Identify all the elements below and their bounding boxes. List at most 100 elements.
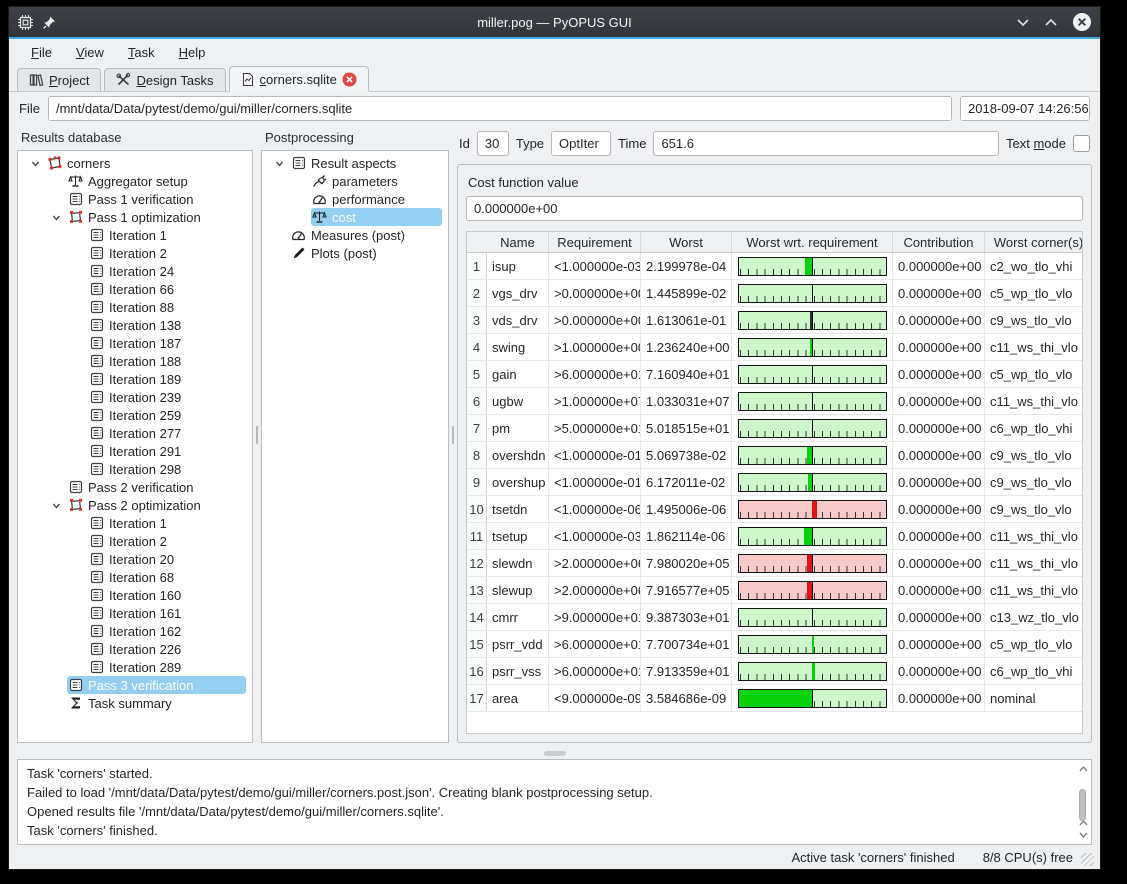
contribution-cell[interactable]: 0.000000e+00 — [893, 361, 985, 387]
maximize-icon[interactable] — [1044, 18, 1058, 27]
tree-item[interactable]: Plots (post) — [262, 244, 448, 262]
tree-item[interactable]: Iteration 20 — [18, 550, 252, 568]
cost-value-field[interactable]: 0.000000e+00 — [466, 196, 1083, 221]
contribution-cell[interactable]: 0.000000e+00 — [893, 388, 985, 414]
postprocessing-tree[interactable]: Result aspects parameters performance — [261, 150, 449, 743]
tree-item[interactable]: Iteration 226 — [18, 640, 252, 658]
table-row[interactable]: 10 tsetdn <1.000000e-06 1.495006e-06 0.0… — [467, 496, 1082, 523]
contribution-cell[interactable]: 0.000000e+00 — [893, 631, 985, 657]
tree-item[interactable]: Iteration 162 — [18, 622, 252, 640]
expander-icon[interactable] — [45, 500, 67, 511]
contribution-cell[interactable]: 0.000000e+00 — [893, 577, 985, 603]
tab-design-tasks[interactable]: Design Tasks — [104, 68, 225, 91]
text-mode-checkbox[interactable] — [1073, 135, 1090, 152]
name-cell[interactable]: psrr_vdd — [487, 631, 549, 657]
header-worst-wrt-requirement[interactable]: Worst wrt. requirement — [732, 232, 893, 252]
requirement-cell[interactable]: <1.000000e-06 — [549, 496, 641, 522]
tree-item[interactable]: Iteration 187 — [18, 334, 252, 352]
tab-close-icon[interactable] — [342, 72, 357, 87]
tree-item[interactable]: parameters — [262, 172, 448, 190]
worst-cell[interactable]: 1.495006e-06 — [641, 496, 732, 522]
tree-item[interactable]: Iteration 66 — [18, 280, 252, 298]
table-row[interactable]: 13 slewup >2.000000e+06 7.916577e+05 0.0… — [467, 577, 1082, 604]
tree-item[interactable]: Iteration 277 — [18, 424, 252, 442]
expander-icon[interactable] — [45, 212, 67, 223]
worst-wrt-requirement-cell[interactable] — [732, 604, 893, 630]
worst-corner-cell[interactable]: c9_ws_tlo_vlo — [985, 469, 1083, 495]
worst-corner-cell[interactable]: c9_ws_tlo_vlo — [985, 307, 1083, 333]
requirement-cell[interactable]: <1.000000e-03 — [549, 523, 641, 549]
name-cell[interactable]: tsetdn — [487, 496, 549, 522]
requirement-cell[interactable]: >2.000000e+06 — [549, 550, 641, 576]
tree-item[interactable]: Iteration 88 — [18, 298, 252, 316]
close-icon[interactable] — [1072, 12, 1092, 32]
worst-wrt-requirement-cell[interactable] — [732, 307, 893, 333]
tree-item[interactable]: Iteration 1 — [18, 514, 252, 532]
tree-item[interactable]: Iteration 2 — [18, 532, 252, 550]
worst-wrt-requirement-cell[interactable] — [732, 496, 893, 522]
scroll-up-icon[interactable] — [1079, 763, 1088, 775]
name-cell[interactable]: overshdn — [487, 442, 549, 468]
worst-cell[interactable]: 7.160940e+01 — [641, 361, 732, 387]
requirement-cell[interactable]: >1.000000e+00 — [549, 334, 641, 360]
tree-item[interactable]: Measures (post) — [262, 226, 448, 244]
tree-item[interactable]: cost — [262, 208, 448, 226]
worst-wrt-requirement-cell[interactable] — [732, 469, 893, 495]
worst-wrt-requirement-cell[interactable] — [732, 361, 893, 387]
scrollbar-track[interactable] — [1076, 775, 1090, 817]
requirement-cell[interactable]: >6.000000e+01 — [549, 631, 641, 657]
worst-cell[interactable]: 1.033031e+07 — [641, 388, 732, 414]
tree-item[interactable]: Task summary — [18, 694, 252, 712]
name-cell[interactable]: slewup — [487, 577, 549, 603]
pin-icon[interactable] — [42, 15, 57, 30]
contribution-cell[interactable]: 0.000000e+00 — [893, 496, 985, 522]
worst-cell[interactable]: 3.584686e-09 — [641, 685, 732, 711]
worst-cell[interactable]: 7.980020e+05 — [641, 550, 732, 576]
tree-item[interactable]: Iteration 161 — [18, 604, 252, 622]
worst-cell[interactable]: 1.862114e-06 — [641, 523, 732, 549]
contribution-cell[interactable]: 0.000000e+00 — [893, 469, 985, 495]
worst-cell[interactable]: 5.069738e-02 — [641, 442, 732, 468]
tree-item[interactable]: Aggregator setup — [18, 172, 252, 190]
table-row[interactable]: 12 slewdn >2.000000e+06 7.980020e+05 0.0… — [467, 550, 1082, 577]
tree-item[interactable]: Iteration 189 — [18, 370, 252, 388]
worst-corner-cell[interactable]: c5_wp_tlo_vlo — [985, 631, 1083, 657]
requirement-cell[interactable]: >1.000000e+07 — [549, 388, 641, 414]
worst-cell[interactable]: 1.236240e+00 — [641, 334, 732, 360]
requirement-cell[interactable]: <1.000000e-03 — [549, 253, 641, 279]
tree-item[interactable]: Pass 2 optimization — [18, 496, 252, 514]
table-row[interactable]: 14 cmrr >9.000000e+01 9.387303e+01 0.000… — [467, 604, 1082, 631]
name-cell[interactable]: overshup — [487, 469, 549, 495]
header-requirement[interactable]: Requirement — [549, 232, 641, 252]
tree-item[interactable]: Iteration 24 — [18, 262, 252, 280]
name-cell[interactable]: tsetup — [487, 523, 549, 549]
worst-corner-cell[interactable]: c11_ws_thi_vlo — [985, 334, 1083, 360]
worst-cell[interactable]: 7.916577e+05 — [641, 577, 732, 603]
worst-corner-cell[interactable]: c2_wo_tlo_vhi — [985, 253, 1083, 279]
worst-cell[interactable]: 5.018515e+01 — [641, 415, 732, 441]
titlebar[interactable]: miller.pog — PyOPUS GUI — [9, 7, 1100, 37]
worst-cell[interactable]: 7.913359e+01 — [641, 658, 732, 684]
worst-corner-cell[interactable]: c5_wp_tlo_vlo — [985, 361, 1083, 387]
requirement-cell[interactable]: <1.000000e-01 — [549, 469, 641, 495]
splitter-mid[interactable] — [449, 126, 457, 743]
results-tree[interactable]: corners Aggregator setup — [17, 150, 253, 743]
contribution-cell[interactable]: 0.000000e+00 — [893, 523, 985, 549]
tree-item[interactable]: Iteration 259 — [18, 406, 252, 424]
tree-item[interactable]: Pass 3 verification — [18, 676, 252, 694]
expander-icon[interactable] — [24, 158, 46, 169]
worst-cell[interactable]: 2.199978e-04 — [641, 253, 732, 279]
worst-wrt-requirement-cell[interactable] — [732, 415, 893, 441]
name-cell[interactable]: swing — [487, 334, 549, 360]
tree-item[interactable]: performance — [262, 190, 448, 208]
splitter-left[interactable] — [253, 126, 261, 743]
contribution-cell[interactable]: 0.000000e+00 — [893, 550, 985, 576]
worst-wrt-requirement-cell[interactable] — [732, 577, 893, 603]
table-row[interactable]: 2 vgs_drv >0.000000e+00 1.445899e-02 0.0… — [467, 280, 1082, 307]
menu-view[interactable]: View — [66, 42, 114, 63]
expander-icon[interactable] — [268, 158, 290, 169]
requirement-cell[interactable]: >9.000000e+01 — [549, 604, 641, 630]
resize-grip[interactable] — [1081, 853, 1094, 866]
header-name[interactable]: Name — [487, 232, 549, 252]
contribution-cell[interactable]: 0.000000e+00 — [893, 685, 985, 711]
